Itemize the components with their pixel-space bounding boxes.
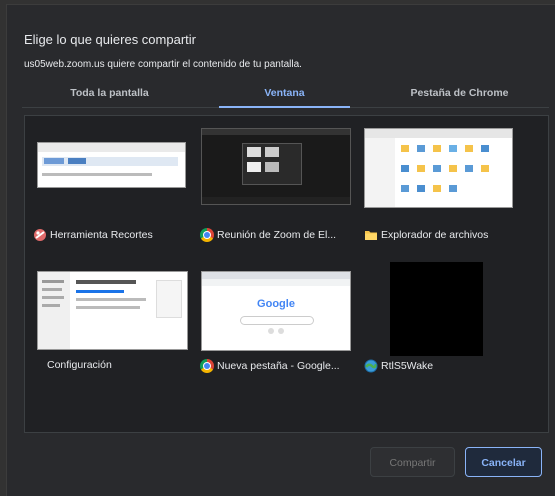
window-item-label: Explorador de archivos: [364, 228, 488, 242]
tab-chrome-tab[interactable]: Pestaña de Chrome: [372, 83, 547, 107]
dialog-subtitle: us05web.zoom.us quiere compartir el cont…: [24, 59, 302, 70]
dialog-title: Elige lo que quieres compartir: [24, 32, 196, 47]
window-item-file-explorer[interactable]: Explorador de archivos: [364, 128, 524, 248]
window-list-panel: Herramienta Recortes Reunión de Zoom de …: [24, 115, 549, 433]
window-thumbnail: [201, 128, 351, 205]
tab-entire-screen[interactable]: Toda la pantalla: [22, 83, 197, 107]
window-thumbnail: Google: [201, 271, 351, 351]
tab-window[interactable]: Ventana: [197, 83, 372, 108]
cancel-button[interactable]: Cancelar: [465, 447, 542, 477]
folder-icon: [364, 228, 378, 242]
google-logo: Google: [257, 298, 295, 310]
window-thumbnail: [364, 128, 513, 208]
share-button[interactable]: Compartir: [370, 447, 455, 477]
window-thumbnail: [37, 271, 188, 350]
window-item-new-tab[interactable]: Google Nueva pestaña - Google...: [200, 259, 360, 379]
window-item-label: RtlS5Wake: [364, 359, 433, 373]
window-item-zoom-meeting[interactable]: Reunión de Zoom de El...: [200, 128, 360, 248]
chrome-icon: [200, 359, 214, 373]
chrome-icon: [200, 228, 214, 242]
window-item-label: Herramienta Recortes: [33, 228, 153, 242]
globe-icon: [364, 359, 378, 373]
window-item-rtls5wake[interactable]: RtlS5Wake: [364, 259, 524, 379]
window-item-label: Nueva pestaña - Google...: [200, 359, 340, 373]
window-thumbnail: [37, 142, 186, 188]
snipping-tool-icon: [33, 228, 47, 242]
window-thumbnail: [390, 262, 483, 356]
window-item-snipping-tool[interactable]: Herramienta Recortes: [33, 128, 193, 248]
tab-bar: Toda la pantalla Ventana Pestaña de Chro…: [22, 83, 549, 108]
share-screen-dialog: Elige lo que quieres compartir us05web.z…: [6, 4, 555, 496]
window-item-label: Configuración: [47, 359, 112, 371]
window-item-settings[interactable]: Configuración: [37, 259, 197, 379]
window-item-label: Reunión de Zoom de El...: [200, 228, 336, 242]
